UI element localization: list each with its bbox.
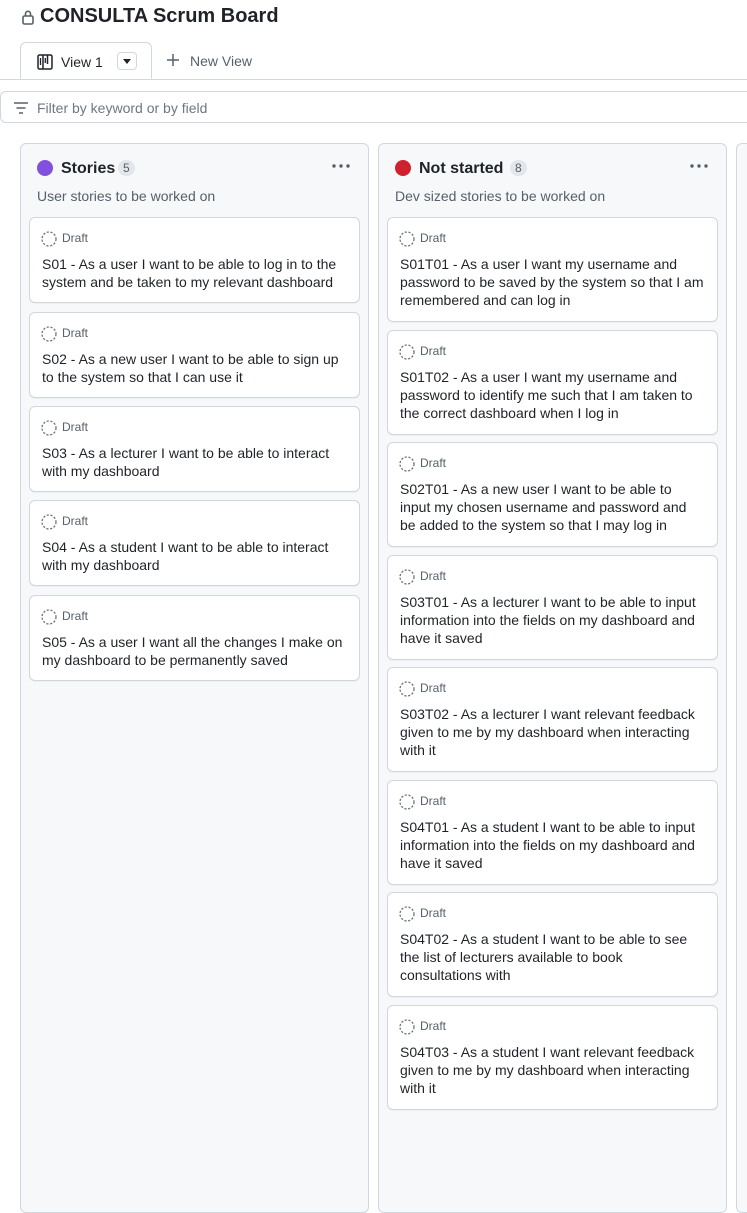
- draft-label: Draft: [420, 1019, 447, 1033]
- tab-view-1[interactable]: View 1: [20, 42, 152, 79]
- draft-label: Draft: [420, 456, 447, 470]
- card-title[interactable]: S01T02 - As a user I want my username an…: [400, 368, 705, 422]
- card[interactable]: Draft S01T02 - As a user I want my usern…: [387, 330, 718, 435]
- draft-icon: [399, 569, 415, 585]
- card-title[interactable]: S02 - As a new user I want to be able to…: [42, 350, 347, 386]
- draft-icon: [399, 1019, 415, 1035]
- card-title[interactable]: S03T02 - As a lecturer I want relevant f…: [400, 705, 705, 759]
- column-count-badge: 5: [118, 160, 135, 176]
- card[interactable]: Draft S03 - As a lecturer I want to be a…: [29, 406, 360, 492]
- column-next-partial: [736, 143, 747, 1213]
- draft-icon: [399, 456, 415, 472]
- draft-label: Draft: [62, 514, 89, 528]
- column-description: Dev sized stories to be worked on: [395, 188, 606, 204]
- draft-label: Draft: [62, 231, 89, 245]
- column-menu-icon[interactable]: [687, 156, 711, 176]
- draft-icon: [399, 794, 415, 810]
- card-title[interactable]: S03T01 - As a lecturer I want to be able…: [400, 593, 705, 647]
- column-stories: Stories 5 User stories to be worked on D…: [20, 143, 369, 1213]
- draft-icon: [41, 420, 57, 436]
- card-title[interactable]: S05 - As a user I want all the changes I…: [42, 633, 347, 669]
- card[interactable]: Draft S01T01 - As a user I want my usern…: [387, 217, 718, 322]
- card[interactable]: Draft S02T01 - As a new user I want to b…: [387, 442, 718, 547]
- column-title: Not started: [419, 160, 504, 177]
- title-bar: CONSULTA Scrum Board: [0, 0, 747, 40]
- column-header: Stories 5 User stories to be worked on: [21, 144, 368, 214]
- draft-label: Draft: [420, 231, 447, 245]
- card-title[interactable]: S04T02 - As a student I want to be able …: [400, 930, 705, 984]
- draft-label: Draft: [420, 906, 447, 920]
- draft-icon: [41, 609, 57, 625]
- card-title[interactable]: S02T01 - As a new user I want to be able…: [400, 480, 705, 534]
- draft-icon: [399, 906, 415, 922]
- card-title[interactable]: S04T03 - As a student I want relevant fe…: [400, 1043, 705, 1097]
- card[interactable]: Draft S04T02 - As a student I want to be…: [387, 892, 718, 997]
- view-options-button[interactable]: [117, 52, 137, 70]
- card[interactable]: Draft S01 - As a user I want to be able …: [29, 217, 360, 303]
- tab-view-label: View 1: [61, 54, 103, 70]
- card[interactable]: Draft S04 - As a student I want to be ab…: [29, 500, 360, 586]
- new-view-label: New View: [190, 53, 252, 69]
- caret-down-icon: [123, 59, 131, 64]
- draft-icon: [399, 344, 415, 360]
- plus-icon: [167, 54, 179, 66]
- page-title: CONSULTA Scrum Board: [40, 5, 279, 27]
- card-title[interactable]: S03 - As a lecturer I want to be able to…: [42, 444, 347, 480]
- card-title[interactable]: S04T01 - As a student I want to be able …: [400, 818, 705, 872]
- status-dot-icon: [395, 160, 411, 176]
- board-icon: [37, 54, 53, 70]
- column-description: User stories to be worked on: [37, 188, 216, 204]
- draft-label: Draft: [420, 681, 447, 695]
- draft-icon: [399, 681, 415, 697]
- card-title[interactable]: S04 - As a student I want to be able to …: [42, 538, 347, 574]
- card-title[interactable]: S01 - As a user I want to be able to log…: [42, 255, 347, 291]
- draft-icon: [41, 514, 57, 530]
- column-not-started: Not started 8 Dev sized stories to be wo…: [378, 143, 727, 1213]
- card[interactable]: Draft S04T01 - As a student I want to be…: [387, 780, 718, 885]
- card[interactable]: Draft S02 - As a new user I want to be a…: [29, 312, 360, 398]
- view-tabs: View 1 New View: [0, 40, 747, 80]
- column-header: Not started 8 Dev sized stories to be wo…: [379, 144, 726, 214]
- card-title[interactable]: S01T01 - As a user I want my username an…: [400, 255, 705, 309]
- draft-icon: [399, 231, 415, 247]
- draft-icon: [41, 326, 57, 342]
- status-dot-icon: [37, 160, 53, 176]
- card[interactable]: Draft S04T03 - As a student I want relev…: [387, 1005, 718, 1110]
- new-view-button[interactable]: New View: [165, 42, 275, 79]
- filter-input[interactable]: [37, 98, 637, 118]
- column-count-badge: 8: [510, 160, 527, 176]
- draft-label: Draft: [62, 420, 89, 434]
- lock-icon: [22, 10, 34, 25]
- draft-label: Draft: [420, 794, 447, 808]
- draft-label: Draft: [62, 609, 89, 623]
- draft-label: Draft: [420, 569, 447, 583]
- filter-icon: [14, 102, 28, 114]
- column-title: Stories: [61, 160, 116, 177]
- card[interactable]: Draft S05 - As a user I want all the cha…: [29, 595, 360, 681]
- filter-bar: [0, 91, 747, 123]
- draft-icon: [41, 231, 57, 247]
- draft-label: Draft: [62, 326, 89, 340]
- column-menu-icon[interactable]: [329, 156, 353, 176]
- card[interactable]: Draft S03T02 - As a lecturer I want rele…: [387, 667, 718, 772]
- card[interactable]: Draft S03T01 - As a lecturer I want to b…: [387, 555, 718, 660]
- draft-label: Draft: [420, 344, 447, 358]
